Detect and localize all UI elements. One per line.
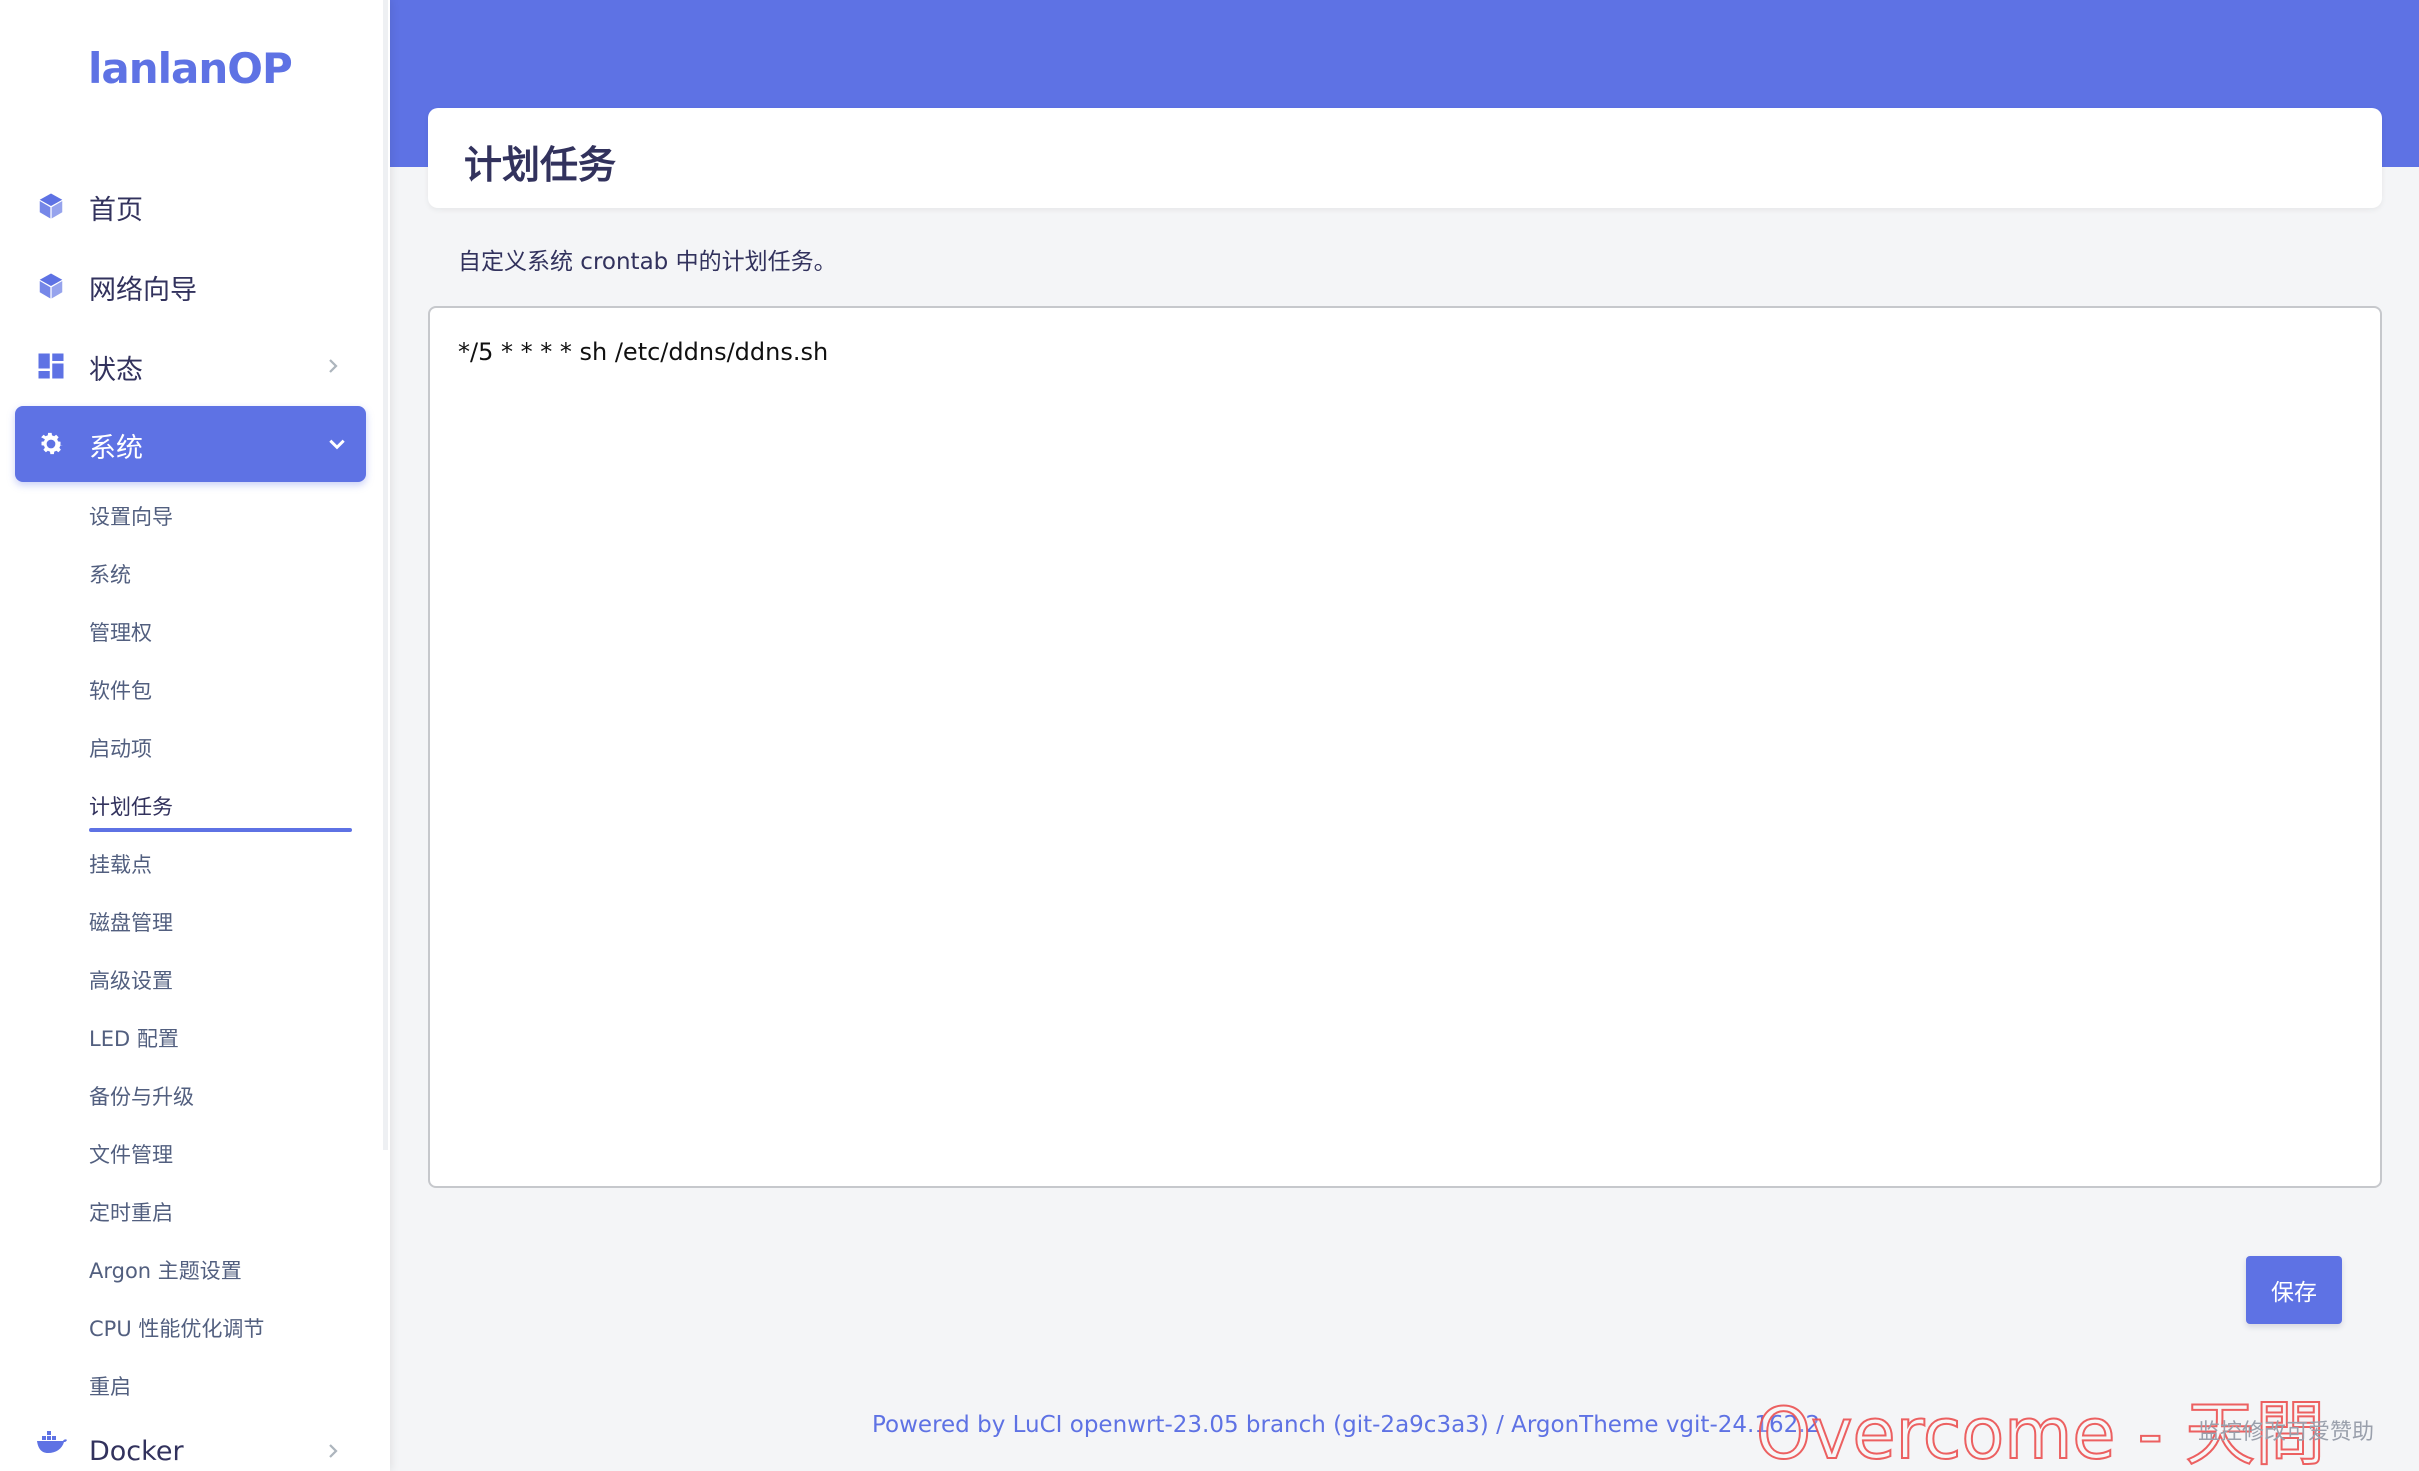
page-title-card: 计划任务 xyxy=(428,108,2382,208)
sidebar: lanlanOP 首页 网络向导 状态 系统 设置向导 系统 管理权 软件包 启… xyxy=(0,0,390,1471)
active-submenu-indicator xyxy=(89,828,352,832)
nav-item-docker[interactable]: Docker xyxy=(0,1414,390,1471)
cube-icon xyxy=(39,273,63,299)
sidebar-scrollbar[interactable] xyxy=(383,0,388,1150)
submenu-setup-wizard[interactable]: 设置向导 xyxy=(89,501,173,531)
nav-item-network-wizard[interactable]: 网络向导 xyxy=(0,246,390,326)
submenu-argon-settings[interactable]: Argon 主题设置 xyxy=(89,1255,242,1285)
save-button[interactable]: 保存 xyxy=(2246,1256,2342,1324)
nav-label-status: 状态 xyxy=(89,355,143,386)
nav-label-home: 首页 xyxy=(89,195,143,226)
nav-label-docker: Docker xyxy=(89,1436,184,1467)
watermark-subtext: 监控修改可爱赞助 xyxy=(2198,1420,2375,1445)
footer-text[interactable]: Powered by LuCI openwrt-23.05 branch (gi… xyxy=(872,1412,1820,1438)
chevron-down-icon xyxy=(329,439,345,450)
submenu-file-management[interactable]: 文件管理 xyxy=(89,1139,173,1169)
submenu-led-config[interactable]: LED 配置 xyxy=(89,1023,179,1053)
chevron-right-icon xyxy=(329,359,338,373)
submenu-startup[interactable]: 启动项 xyxy=(89,733,152,763)
brand-logo[interactable]: lanlanOP xyxy=(88,44,293,93)
chevron-right-icon xyxy=(329,1444,338,1458)
gear-icon xyxy=(41,432,63,455)
page-description: 自定义系统 crontab 中的计划任务。 xyxy=(458,249,837,275)
submenu-scheduled-tasks[interactable]: 计划任务 xyxy=(89,791,173,821)
nav-item-home[interactable]: 首页 xyxy=(0,166,390,246)
cube-icon xyxy=(39,193,63,219)
submenu-system[interactable]: 系统 xyxy=(89,559,131,589)
crontab-editor[interactable] xyxy=(428,306,2382,1188)
submenu-disk-management[interactable]: 磁盘管理 xyxy=(89,907,173,937)
submenu-mount-points[interactable]: 挂载点 xyxy=(89,849,152,879)
dashboard-icon xyxy=(38,353,64,379)
submenu-scheduled-reboot[interactable]: 定时重启 xyxy=(89,1197,173,1227)
docker-icon xyxy=(37,1431,67,1453)
submenu-reboot[interactable]: 重启 xyxy=(89,1371,131,1401)
submenu-cpu-tuning[interactable]: CPU 性能优化调节 xyxy=(89,1313,264,1343)
submenu-advanced-settings[interactable]: 高级设置 xyxy=(89,965,173,995)
submenu-backup-upgrade[interactable]: 备份与升级 xyxy=(89,1081,194,1111)
submenu-software[interactable]: 软件包 xyxy=(89,675,152,705)
nav-item-system[interactable]: 系统 xyxy=(15,406,366,482)
nav-item-status[interactable]: 状态 xyxy=(0,326,390,406)
page-title: 计划任务 xyxy=(464,143,617,187)
nav-label-system: 系统 xyxy=(89,433,143,464)
nav-label-network-wizard: 网络向导 xyxy=(89,275,197,306)
submenu-admin[interactable]: 管理权 xyxy=(89,617,152,647)
